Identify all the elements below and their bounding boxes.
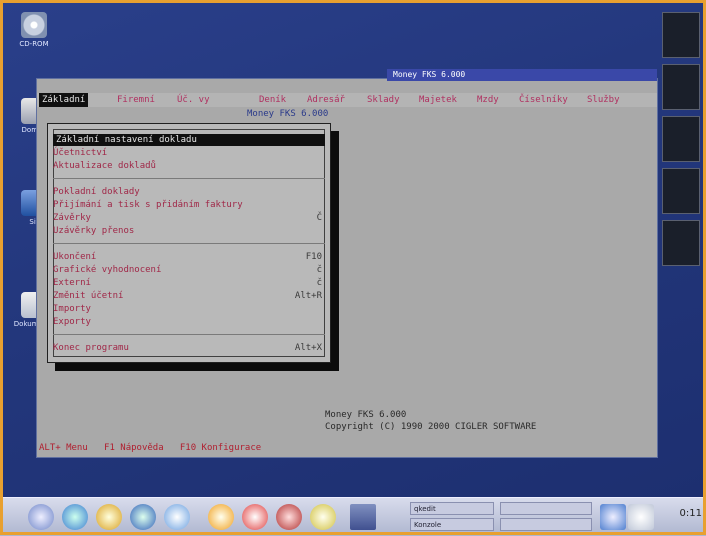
dropdown-item[interactable]: Aktualizace dokladů (53, 160, 325, 172)
help-icon[interactable] (242, 504, 268, 530)
menu-item-adresar[interactable]: Adresář (307, 93, 345, 107)
status-bar: ALT+ Menu F1 Nápověda F10 Konfigurace (39, 441, 639, 455)
shortcut-key: Č (316, 213, 322, 223)
menu-item-ciselniky[interactable]: Číselníky (519, 93, 568, 107)
copyright-text: Copyright (C) 1990 2000 CIGLER SOFTWARE (325, 422, 537, 432)
desktop-pager[interactable] (662, 12, 700, 272)
program-info: Money FKS 6.000 Copyright (C) 1990 2000 … (325, 409, 536, 433)
shortcut-key: Alt+X (294, 343, 322, 353)
tray-icon[interactable] (600, 504, 626, 530)
shortcut-key: č (316, 278, 322, 288)
menu-item-sluzby[interactable]: Služby (587, 93, 620, 107)
browser-icon[interactable] (96, 504, 122, 530)
program-heading: Money FKS 6.000 (247, 109, 329, 119)
editor-icon[interactable] (310, 504, 336, 530)
menu-item-denik[interactable]: Deník (259, 93, 286, 107)
dropdown-item[interactable]: Ukončení F10 (53, 251, 325, 263)
dropdown-item[interactable]: Přijímání a tisk s přidáním faktury (53, 199, 325, 211)
menu-item-majetek[interactable]: Majetek (419, 93, 457, 107)
dropdown-item-label: Importy (53, 304, 91, 314)
dropdown-item-label: Uzávěrky přenos (53, 226, 135, 236)
taskbar-task[interactable] (500, 518, 592, 531)
menu-separator (53, 243, 325, 244)
menu-item-mzdy[interactable]: Mzdy (477, 93, 499, 107)
dropdown-item[interactable]: Grafické vyhodnocení č (53, 264, 325, 276)
dropdown-item-label: Grafické vyhodnocení (53, 265, 162, 275)
dropdown-item-label: Pokladní doklady (53, 187, 140, 197)
dropdown-item[interactable]: Externí č (53, 277, 325, 289)
dropdown-item-label: Závěrky (53, 213, 91, 223)
globe-icon[interactable] (130, 504, 156, 530)
dropdown-item[interactable]: Konec programu Alt+X (53, 342, 325, 354)
window-title: Money FKS 6.000 (393, 70, 466, 79)
dropdown-menu: Základní nastavení dokladu Účetnictví Ak… (47, 123, 331, 363)
desktop-icon-label: CD-ROM (19, 40, 49, 48)
dropdown-item[interactable]: Účetnictví (53, 147, 325, 159)
pager-desktop-4[interactable] (662, 168, 700, 214)
window-title-bar[interactable]: Money FKS 6.000 (387, 69, 657, 81)
shortcut-key: č (316, 265, 322, 275)
taskbar-task[interactable]: qkedit (410, 502, 494, 515)
version-text: Money FKS 6.000 (325, 410, 407, 420)
dropdown-item-label: Účetnictví (53, 148, 108, 158)
menu-item-ucvy[interactable]: Úč. vy (177, 93, 210, 107)
dropdown-item-label: Změnit účetní (53, 291, 124, 301)
dropdown-item[interactable]: Exporty (53, 316, 325, 328)
dropdown-item[interactable]: Závěrky Č (53, 212, 325, 224)
dropdown-item-label: Ukončení (53, 252, 97, 262)
search-icon[interactable] (164, 504, 190, 530)
tray-icon[interactable] (628, 504, 654, 530)
cd-icon[interactable]: CD-ROM (8, 12, 60, 49)
desktop: CD-ROM Domov Sit Dokumenty Money FKS 6.0… (0, 0, 706, 497)
mail-icon[interactable] (208, 504, 234, 530)
dropdown-item-label: Externí (53, 278, 91, 288)
dropdown-item-label: Aktualizace dokladů (53, 161, 156, 171)
window-list-icon[interactable] (350, 504, 376, 530)
taskbar-task[interactable]: Konzole (410, 518, 494, 531)
shortcut-key: F10 (305, 252, 322, 262)
task-label: Konzole (414, 521, 442, 529)
dropdown-item[interactable]: Změnit účetní Alt+R (53, 290, 325, 302)
dropdown-item[interactable]: Importy (53, 303, 325, 315)
menu-separator (53, 334, 325, 335)
dropdown-item[interactable]: Pokladní doklady (53, 186, 325, 198)
dropdown-item-label: Exporty (53, 317, 91, 327)
pager-desktop-2[interactable] (662, 64, 700, 110)
menu-item-zakladni[interactable]: Základní (39, 93, 89, 107)
status-text: ALT+ Menu F1 Nápověda F10 Konfigurace (39, 443, 262, 453)
menu-item-firemni[interactable]: Firemní (117, 93, 155, 107)
taskbar-task[interactable] (500, 502, 592, 515)
menu-item-sklady[interactable]: Sklady (367, 93, 400, 107)
dropdown-item-label: Přijímání a tisk s přidáním faktury (53, 200, 243, 210)
shortcut-key: Alt+R (294, 291, 322, 301)
terminal-icon[interactable] (276, 504, 302, 530)
dropdown-item-label: Základní nastavení dokladu (56, 135, 197, 145)
cd-icon-image (21, 12, 47, 38)
menubar: Základní Firemní Úč. vy Money FKS 6.000 … (37, 93, 657, 119)
clock[interactable]: 0:11 (680, 508, 702, 519)
dropdown-item[interactable]: Uzávěrky přenos (53, 225, 325, 237)
menu-separator (53, 178, 325, 179)
pager-desktop-1[interactable] (662, 12, 700, 58)
home-icon[interactable] (62, 504, 88, 530)
terminal-window[interactable]: Money FKS 6.000 Základní Firemní Úč. vy … (36, 69, 658, 458)
pager-desktop-5[interactable] (662, 220, 700, 266)
taskbar: qkedit Konzole 0:11 (0, 497, 706, 536)
pager-desktop-3[interactable] (662, 116, 700, 162)
dropdown-item-label: Konec programu (53, 343, 129, 353)
kde-menu-icon[interactable] (28, 504, 54, 530)
dropdown-item[interactable]: Základní nastavení dokladu (53, 134, 325, 146)
task-label: qkedit (414, 505, 436, 513)
